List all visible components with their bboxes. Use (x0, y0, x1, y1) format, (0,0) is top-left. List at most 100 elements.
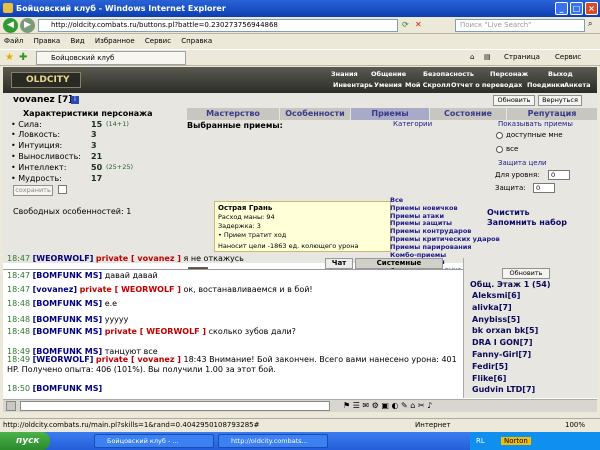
save-checkbox[interactable] (58, 185, 67, 194)
remember-set-link[interactable]: Запомнить набор (487, 218, 567, 227)
chat-name[interactable]: [vovanez] (33, 285, 77, 294)
subnav-fights[interactable]: Поединки (527, 81, 565, 89)
return-button[interactable]: Вернуться (538, 95, 582, 106)
tab-system-messages[interactable]: Системные сообщения (355, 258, 443, 276)
user-entry[interactable]: Fedir[5] (472, 362, 508, 371)
smiley-icon[interactable] (6, 401, 16, 411)
chat-name[interactable]: [WEORWOLF] (33, 355, 94, 364)
minimize-button[interactable]: _ (555, 2, 568, 15)
chat-input[interactable] (20, 401, 330, 411)
user-name[interactable]: Flike[6] (472, 374, 506, 383)
clear-link[interactable]: Очистить (487, 208, 530, 217)
tab-features[interactable]: Особенности (280, 108, 350, 120)
nav-character[interactable]: Персонаж (490, 70, 528, 78)
user-name[interactable]: Aleksmi[6] (472, 291, 520, 300)
user-entry[interactable]: alivka[7] (472, 303, 512, 312)
subnav-skills[interactable]: Умения (374, 81, 402, 89)
user-entry[interactable]: Aleksmi[6] (472, 291, 520, 300)
chat-private[interactable]: private [ WEORWOLF ] (105, 327, 206, 336)
save-stats-button[interactable]: сохранить (13, 185, 53, 196)
radio-available[interactable] (496, 132, 503, 139)
category-link[interactable]: Приемы атаки (390, 212, 444, 220)
category-link[interactable]: Приемы защиты (390, 219, 452, 227)
browser-tab[interactable]: Бойцовский клуб (36, 51, 186, 65)
maximize-button[interactable]: □ (570, 2, 583, 15)
radio-all[interactable] (496, 146, 503, 153)
subnav-transfers[interactable]: Отчет о переводах (451, 81, 522, 89)
user-name[interactable]: Gudvin LTD[7] (472, 385, 535, 394)
user-name[interactable]: alivka[7] (472, 303, 512, 312)
category-link[interactable]: Приемы контрударов (390, 227, 471, 235)
category-link[interactable]: Приемы парирования (390, 243, 471, 251)
norton-icon[interactable]: Norton (501, 437, 531, 445)
chat-tool-icons[interactable]: ⚑ ☰ ✉ ⚙ ▣ ◐ ✎ ⌂ ✂ ♪ (343, 401, 432, 410)
menu-view[interactable]: Вид (70, 37, 84, 45)
user-entry[interactable]: Anybiss[5] (472, 315, 520, 324)
stop-icon[interactable]: ✕ (415, 20, 422, 29)
tab-mastery[interactable]: Мастерство (187, 108, 279, 120)
add-favorite-icon[interactable]: ✚ (19, 52, 27, 63)
nav-exit[interactable]: Выход (548, 70, 573, 78)
menu-file[interactable]: Файл (4, 37, 23, 45)
category-link[interactable]: Все (390, 196, 403, 204)
technique-tooltip: Острая Грань Расход маны: 94 Задержка: 3… (214, 201, 391, 252)
subnav-my-scroll[interactable]: Мой Скролл (405, 81, 451, 89)
category-link[interactable]: Приемы новичков (390, 204, 458, 212)
tab-techniques[interactable]: Приемы (351, 108, 429, 120)
favorites-star-icon[interactable]: ★ (5, 52, 14, 63)
back-arrow-icon[interactable]: ◀ (3, 18, 18, 33)
nav-knowledge[interactable]: Знания (331, 70, 358, 78)
protect-input[interactable]: 0 (533, 183, 555, 193)
user-entry[interactable]: bk orxan bk[5] (472, 326, 538, 335)
search-input[interactable]: Поиск "Live Search" (455, 19, 585, 32)
user-entry[interactable]: DRA I GON[7] (472, 338, 532, 347)
lang-indicator[interactable]: RL (476, 437, 485, 445)
home-icon[interactable]: ⌂ (470, 53, 474, 61)
chat-private[interactable]: private [ WEORWOLF ] (80, 285, 181, 294)
user-entry[interactable]: Fanny-Girl[7] (472, 350, 531, 359)
userlist-refresh-button[interactable]: Обновить (502, 268, 550, 279)
user-entry[interactable]: Flike[6] (472, 374, 506, 383)
refresh-icon[interactable]: ⟳ (402, 20, 409, 29)
taskbar-window-1[interactable]: Бойцовский клуб - ... (94, 434, 214, 448)
level-select[interactable]: 0 (548, 170, 570, 180)
chat-name[interactable]: [BOMFUNK MS] (33, 315, 103, 324)
address-input[interactable]: http://oldcity.combats.ru/buttons.pl?bat… (38, 19, 398, 32)
user-name[interactable]: DRA I GON[7] (472, 338, 532, 347)
user-name[interactable]: Fanny-Girl[7] (472, 350, 531, 359)
chat-private[interactable]: private [ vovanez ] (96, 355, 181, 364)
menu-favorites[interactable]: Избранное (95, 37, 135, 45)
print-icon[interactable]: ▤ (484, 53, 491, 61)
chat-name[interactable]: [BOMFUNK MS] (33, 384, 103, 393)
close-button[interactable]: × (585, 2, 598, 15)
subnav-profile[interactable]: Анкета (564, 81, 591, 89)
chat-name[interactable]: [WEORWOLF] (33, 254, 94, 263)
tab-state[interactable]: Состояние (430, 108, 506, 120)
menu-help[interactable]: Справка (181, 37, 212, 45)
nav-communication[interactable]: Общение (371, 70, 406, 78)
user-name[interactable]: Anybiss[5] (472, 315, 520, 324)
zoom-level[interactable]: 100% (565, 419, 585, 432)
tab-chat[interactable]: Чат (325, 258, 353, 269)
forward-arrow-icon[interactable]: ▶ (20, 18, 35, 33)
chat-name[interactable]: [BOMFUNK MS] (33, 271, 103, 280)
user-name[interactable]: Fedir[5] (472, 362, 508, 371)
start-button[interactable]: пуск (0, 432, 50, 450)
chat-name[interactable]: [BOMFUNK MS] (33, 299, 103, 308)
category-link[interactable]: Приемы критических ударов (390, 235, 500, 243)
user-entry[interactable]: Gudvin LTD[7] (472, 385, 535, 394)
nav-security[interactable]: Безопасность (423, 70, 474, 78)
chat-private[interactable]: private [ vovanez ] (96, 254, 181, 263)
search-icon[interactable]: ⌕ (588, 19, 592, 29)
tab-reputation[interactable]: Репутация (507, 108, 597, 120)
subnav-inventory[interactable]: Инвентарь (333, 81, 373, 89)
menu-edit[interactable]: Правка (34, 37, 61, 45)
page-menu[interactable]: Страница (504, 53, 540, 61)
tools-menu[interactable]: Сервис (555, 53, 581, 61)
info-icon[interactable]: i (71, 96, 79, 104)
refresh-button[interactable]: Обновить (493, 95, 535, 106)
chat-name[interactable]: [BOMFUNK MS] (33, 327, 103, 336)
user-name[interactable]: bk orxan bk[5] (472, 326, 538, 335)
menu-tools[interactable]: Сервис (145, 37, 171, 45)
taskbar-window-2[interactable]: http://oldcity.combats... (218, 434, 328, 448)
